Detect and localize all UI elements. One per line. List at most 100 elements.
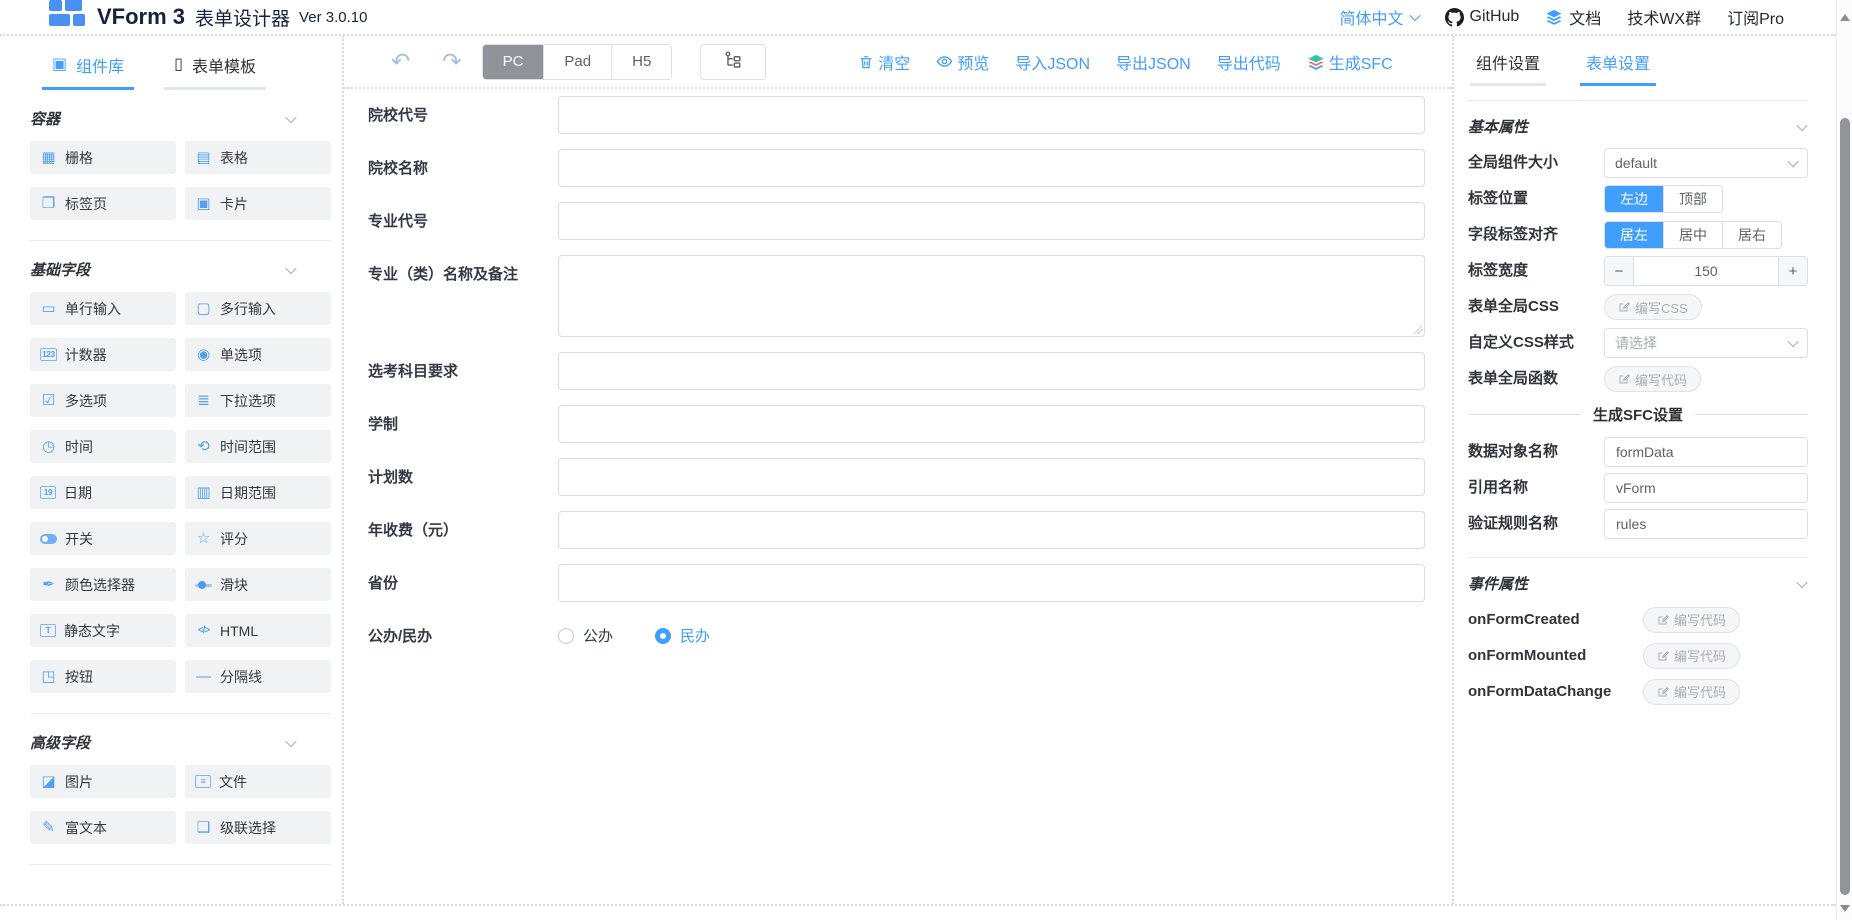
edit-code-button[interactable]: 编写代码 [1643, 607, 1740, 633]
form-field[interactable]: 院校名称 [368, 149, 1425, 187]
text-input[interactable] [558, 352, 1425, 390]
widget-item[interactable]: ☆评分 [185, 522, 331, 555]
tab-widget-settings[interactable]: 组件设置 [1470, 50, 1546, 86]
form-template-icon: ▯ [174, 57, 183, 73]
text-input[interactable] [558, 96, 1425, 134]
header-link-技术wx群[interactable]: 技术WX群 [1627, 5, 1701, 29]
stepper-increase-button[interactable]: + [1778, 257, 1807, 285]
scrollbar-thumb[interactable] [1840, 118, 1850, 895]
event-props-section-header[interactable]: 事件属性 [1468, 573, 1808, 594]
widget-section-header[interactable]: 基础字段 [30, 259, 331, 280]
radio-option[interactable]: 公办 [558, 625, 613, 646]
widget-item[interactable]: 滑块 [185, 568, 331, 601]
device-tab-h5[interactable]: H5 [611, 45, 671, 79]
form-field[interactable]: 专业代号 [368, 202, 1425, 240]
widget-item[interactable]: ▥日期范围 [185, 476, 331, 509]
event-prop-row: onFormMounted编写代码 [1468, 641, 1808, 670]
toolbar-action[interactable]: 生成SFC [1307, 50, 1393, 74]
stepper-decrease-button[interactable]: − [1605, 257, 1634, 285]
form-field[interactable]: 院校代号 [368, 96, 1425, 134]
custom-css-select[interactable]: 请选择 [1604, 328, 1808, 358]
tab-form-templates[interactable]: ▯ 表单模板 [164, 46, 266, 90]
label-align-option[interactable]: 居中 [1663, 222, 1722, 248]
text-input[interactable] [558, 564, 1425, 602]
toolbar-action[interactable]: 导出JSON [1116, 50, 1191, 74]
tab-form-settings[interactable]: 表单设置 [1580, 50, 1656, 86]
widget-item[interactable]: </>HTML [185, 614, 331, 647]
data-object-name-input[interactable]: formData [1604, 437, 1808, 467]
widget-section-header[interactable]: 容器 [30, 108, 331, 129]
edit-code-button[interactable]: 编写代码 [1643, 643, 1740, 669]
widget-item[interactable]: 19日期 [30, 476, 176, 509]
form-design-canvas[interactable]: 院校代号院校名称专业代号专业（类）名称及备注选考科目要求学制计划数年收费（元） 省… [344, 89, 1452, 904]
rules-name-input[interactable]: rules [1604, 509, 1808, 539]
label-position-option[interactable]: 左边 [1605, 186, 1663, 212]
widget-item[interactable]: ◳按钮 [30, 660, 176, 693]
header-link-文档[interactable]: 文档 [1545, 5, 1601, 29]
widget-item[interactable]: ❏级联选择 [185, 811, 331, 844]
redo-icon[interactable]: ↷ [442, 50, 461, 73]
text-input[interactable] [558, 149, 1425, 187]
global-size-select[interactable]: default [1604, 148, 1808, 178]
widget-item[interactable]: 123计数器 [30, 338, 176, 371]
form-field[interactable]: 学制 [368, 405, 1425, 443]
toolbar-action[interactable]: 预览 [936, 50, 989, 74]
textarea-input[interactable] [558, 255, 1425, 337]
widget-item[interactable]: ☑多选项 [30, 384, 176, 417]
widget-item[interactable]: ▣卡片 [185, 187, 331, 220]
language-select[interactable]: 简体中文 [1339, 5, 1418, 29]
widget-item[interactable]: ◪图片 [30, 765, 176, 798]
device-tab-pad[interactable]: Pad [543, 45, 611, 79]
form-field[interactable]: 计划数 [368, 458, 1425, 496]
toolbar-action[interactable]: 导入JSON [1015, 50, 1090, 74]
text-input[interactable] [558, 202, 1425, 240]
form-field[interactable]: 年收费（元） [368, 511, 1425, 549]
scroll-up-arrow[interactable] [1840, 14, 1850, 21]
edit-css-button[interactable]: 编写CSS [1604, 294, 1702, 320]
widget-item[interactable]: ▢多行输入 [185, 292, 331, 325]
device-tab-pc[interactable]: PC [483, 45, 544, 79]
form-field[interactable]: 公办/民办公办民办 [368, 617, 1425, 646]
edit-code-button[interactable]: 编写代码 [1643, 679, 1740, 705]
widget-item[interactable]: ▤表格 [185, 141, 331, 174]
widget-section-header[interactable]: 高级字段 [30, 732, 331, 753]
widget-item[interactable]: —分隔线 [185, 660, 331, 693]
widget-item[interactable]: ⟲时间范围 [185, 430, 331, 463]
toolbar-action[interactable]: 导出代码 [1217, 50, 1281, 74]
text-input[interactable] [558, 405, 1425, 443]
widget-item[interactable]: ≣下拉选项 [185, 384, 331, 417]
basic-props-section-header[interactable]: 基本属性 [1468, 116, 1808, 137]
text-input[interactable] [558, 511, 1425, 549]
widget-item[interactable]: ✎富文本 [30, 811, 176, 844]
form-field[interactable]: 省份 [368, 564, 1425, 602]
field-label: 院校名称 [368, 149, 558, 187]
undo-icon[interactable]: ↶ [391, 50, 410, 73]
widget-item[interactable]: ≡文件 [185, 765, 331, 798]
widget-item[interactable]: T静态文字 [30, 614, 176, 647]
label-align-option[interactable]: 居左 [1605, 222, 1663, 248]
widget-item[interactable]: ✒颜色选择器 [30, 568, 176, 601]
text-input[interactable] [558, 458, 1425, 496]
widget-item[interactable]: ❐标签页 [30, 187, 176, 220]
scroll-down-arrow[interactable] [1840, 905, 1850, 912]
widget-item[interactable]: ▦栅格 [30, 141, 176, 174]
label-align-option[interactable]: 居右 [1722, 222, 1781, 248]
node-tree-button[interactable] [700, 44, 766, 80]
widget-item[interactable]: ◷时间 [30, 430, 176, 463]
header-link-订阅pro[interactable]: 订阅Pro [1727, 5, 1784, 29]
header-link-github[interactable]: GitHub [1445, 8, 1520, 27]
app-title: VForm 3 [97, 4, 185, 30]
ref-name-input[interactable]: vForm [1604, 473, 1808, 503]
scrollbar[interactable] [1836, 0, 1852, 920]
radio-option[interactable]: 民办 [655, 625, 710, 646]
label-width-value[interactable]: 150 [1634, 257, 1778, 285]
label-position-option[interactable]: 顶部 [1663, 186, 1722, 212]
toolbar-action[interactable]: 清空 [858, 50, 910, 74]
form-field[interactable]: 专业（类）名称及备注 [368, 255, 1425, 337]
form-field[interactable]: 选考科目要求 [368, 352, 1425, 390]
widget-item[interactable]: ◉单选项 [185, 338, 331, 371]
edit-code-button[interactable]: 编写代码 [1604, 366, 1701, 392]
widget-item[interactable]: 开关 [30, 522, 176, 555]
tab-component-library[interactable]: ▣ 组件库 [42, 46, 134, 90]
widget-item[interactable]: ▭单行输入 [30, 292, 176, 325]
